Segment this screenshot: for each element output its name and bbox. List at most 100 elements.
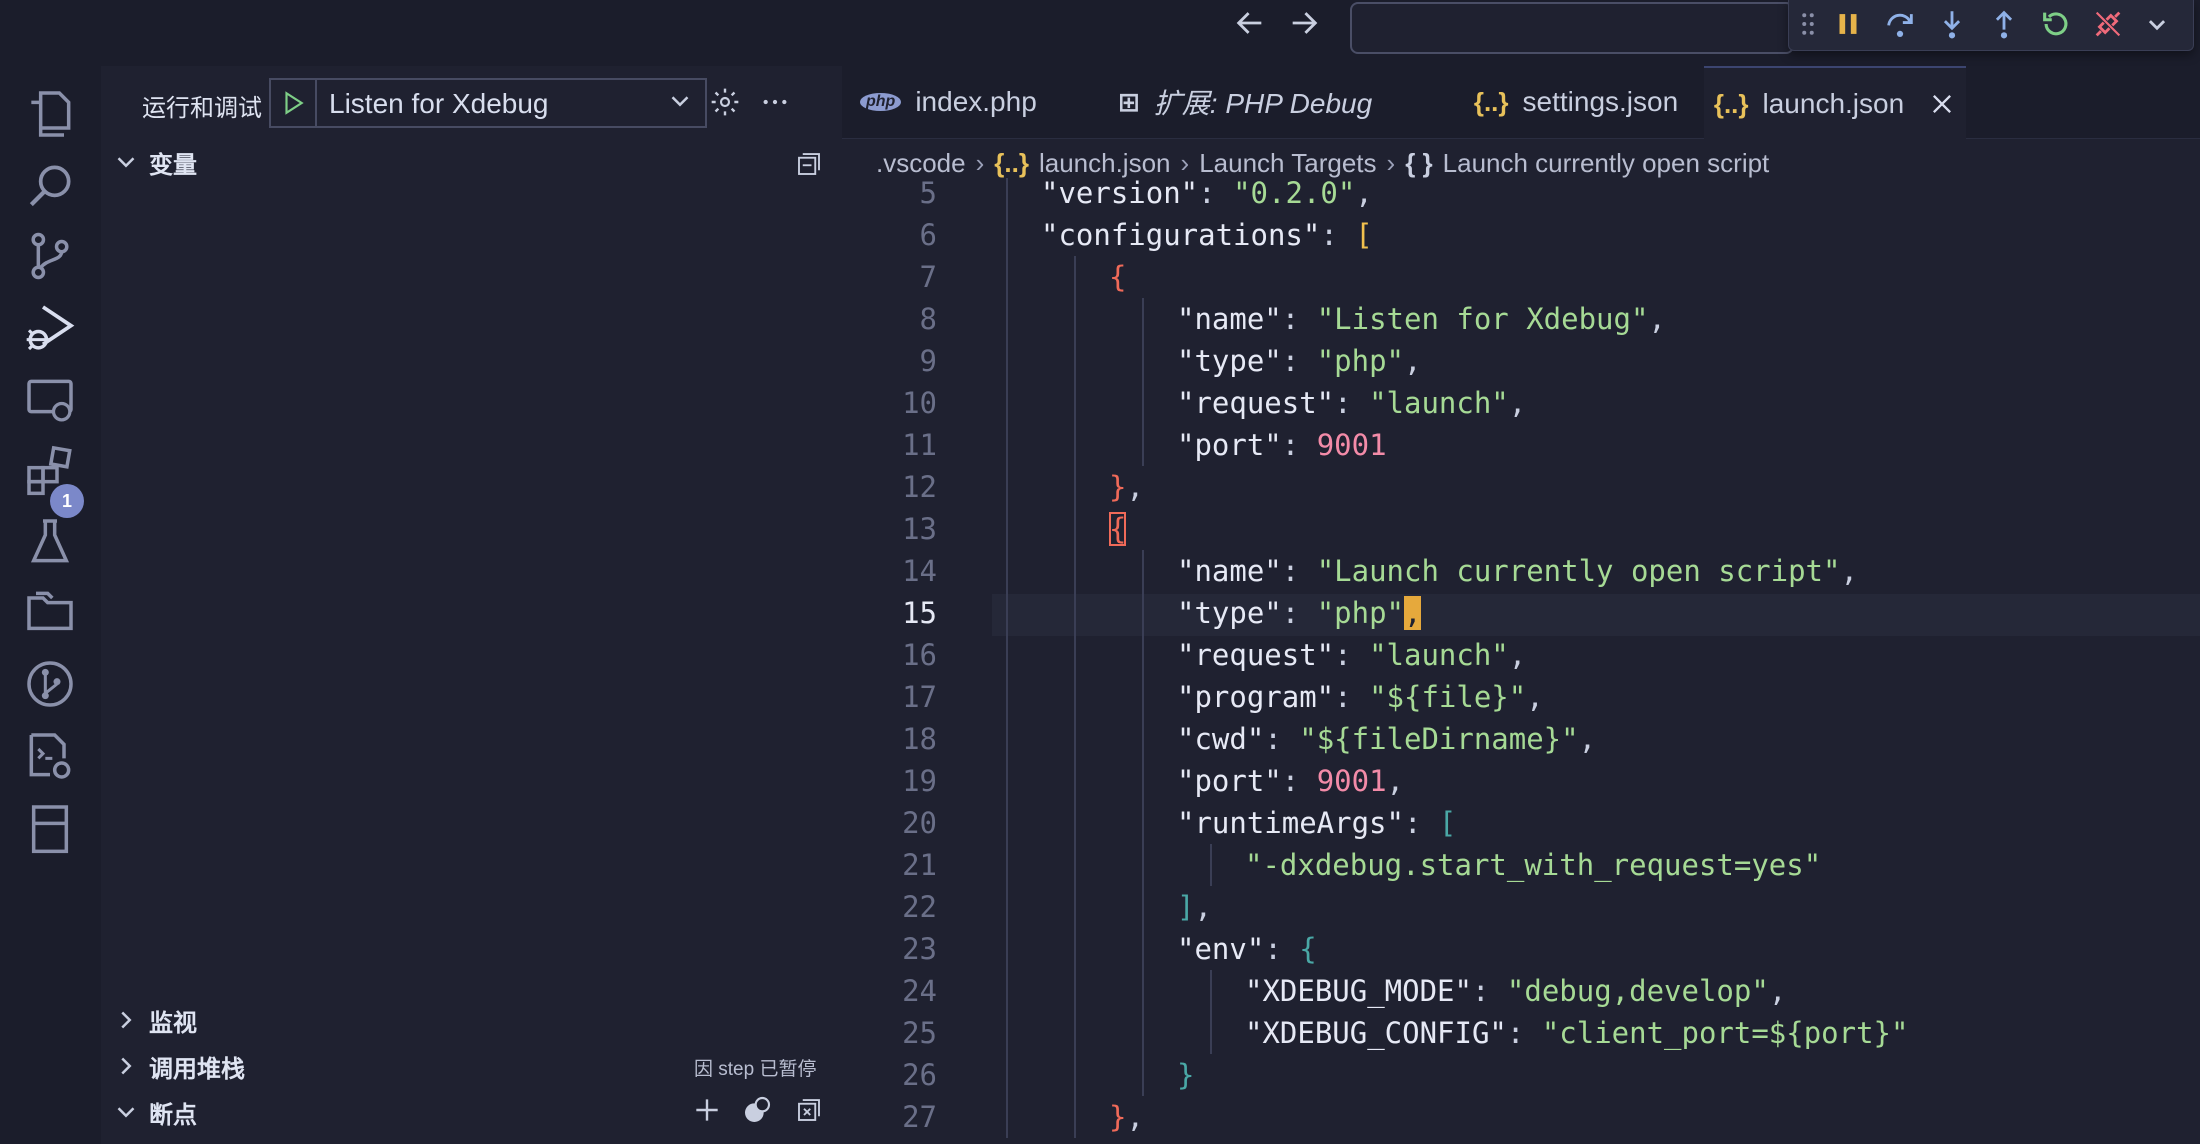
- code-line: 9 "type": "php",: [842, 340, 2200, 382]
- close-icon[interactable]: [1928, 90, 1956, 118]
- code-token: ,: [1386, 764, 1404, 798]
- command-center-search[interactable]: [1350, 2, 1794, 54]
- code-token: "Launch currently open script": [1316, 554, 1841, 588]
- code-editor[interactable]: 5 "version": "0.2.0", 6 "configurations": […: [842, 178, 2200, 1144]
- folders-icon[interactable]: [20, 582, 80, 642]
- debug-sidebar: 运行和调试 Listen for Xdebug 变量 监视 调用堆栈 因 ste…: [101, 66, 842, 1144]
- code-token: "env": [1177, 932, 1265, 966]
- tab-launch-json[interactable]: {..} launch.json: [1704, 66, 1966, 140]
- step-out-icon[interactable]: [1981, 2, 2027, 46]
- tab-settings-json[interactable]: {..} settings.json: [1446, 66, 1706, 138]
- code-token: "port": [1177, 764, 1282, 798]
- code-token: "runtimeArgs": [1177, 806, 1404, 840]
- code-token: "php": [1316, 596, 1404, 630]
- gripper-icon[interactable]: [1793, 2, 1823, 46]
- add-breakpoint-icon[interactable]: [687, 1090, 727, 1130]
- line-number: 7: [919, 260, 937, 294]
- code-line: 12},: [842, 466, 2200, 508]
- line-number: 10: [902, 386, 937, 420]
- chevron-down-icon: [671, 96, 689, 107]
- code-token: ,: [1648, 302, 1666, 336]
- step-into-icon[interactable]: [1929, 2, 1975, 46]
- breakpoints-section-header[interactable]: 断点: [111, 1092, 197, 1132]
- tab-index-php[interactable]: php index.php: [860, 66, 1100, 138]
- gear-icon[interactable]: [705, 82, 745, 122]
- variables-section-header[interactable]: 变量: [111, 142, 197, 182]
- code-token: }: [1109, 1100, 1127, 1134]
- start-debugging-button[interactable]: [271, 80, 317, 126]
- chevron-right-icon: [121, 1057, 132, 1075]
- code-token: ,: [1404, 344, 1422, 378]
- tab-extension-php-debug[interactable]: ⊞ 扩展: PHP Debug: [1118, 66, 1448, 138]
- call-stack-section-header[interactable]: 调用堆栈: [111, 1046, 245, 1086]
- remove-all-breakpoints-icon[interactable]: [789, 1090, 829, 1130]
- indent-guide: [1210, 844, 1212, 886]
- chevron-down-icon: [117, 1107, 135, 1118]
- bookmarks-icon[interactable]: [20, 798, 80, 858]
- settings-sync-icon[interactable]: [20, 726, 80, 786]
- code-line: 19 "port": 9001,: [842, 760, 2200, 802]
- code-token: :: [1334, 680, 1370, 714]
- collapse-all-icon[interactable]: [789, 144, 829, 184]
- step-over-icon[interactable]: [1877, 2, 1923, 46]
- git-graph-icon[interactable]: [20, 654, 80, 714]
- remote-explorer-icon[interactable]: [20, 370, 80, 430]
- indent-guide: [1142, 298, 1144, 466]
- line-number: 16: [902, 638, 937, 672]
- code-text: "request": "launch",: [1177, 634, 1526, 676]
- code-token: ,: [1508, 638, 1527, 672]
- code-line: 14 "name": "Launch currently open script"…: [842, 550, 2200, 592]
- code-line: 16 "request": "launch",: [842, 634, 2200, 676]
- code-token: "name": [1177, 302, 1282, 336]
- code-token: {: [1109, 260, 1127, 294]
- testing-icon[interactable]: [20, 512, 80, 572]
- explorer-icon[interactable]: [20, 84, 80, 144]
- arrow-left-icon[interactable]: [1228, 6, 1272, 50]
- launch-config-label: Listen for Xdebug: [329, 88, 549, 119]
- code-token: :: [1403, 806, 1439, 840]
- debug-toolbar: [1788, 0, 2194, 51]
- pause-icon[interactable]: [1825, 2, 1871, 46]
- paused-status: 因 step 已暂停: [694, 1059, 817, 1080]
- breadcrumb-folder[interactable]: .vscode: [876, 148, 966, 179]
- code-token: }: [1177, 1058, 1195, 1092]
- run-and-debug-icon[interactable]: [20, 298, 80, 358]
- tab-label: index.php: [915, 86, 1037, 117]
- chevron-right-icon: ›: [1386, 147, 1396, 178]
- breadcrumb-item[interactable]: Launch currently open script: [1443, 148, 1770, 179]
- line-number: 15: [902, 596, 937, 630]
- disconnect-icon[interactable]: [2085, 2, 2131, 46]
- code-line: 27},: [842, 1096, 2200, 1138]
- watch-section-header[interactable]: 监视: [111, 1000, 197, 1040]
- json-icon: {..}: [994, 147, 1029, 178]
- code-token: "request": [1177, 638, 1335, 672]
- search-icon[interactable]: [20, 156, 80, 216]
- code-token: "${fileDirname}": [1299, 722, 1579, 756]
- code-token: "program": [1177, 680, 1335, 714]
- code-line: 8 "name": "Listen for Xdebug",: [842, 298, 2200, 340]
- breadcrumb-section[interactable]: Launch Targets: [1199, 148, 1376, 179]
- restart-icon[interactable]: [2033, 2, 2079, 46]
- json-icon: {..}: [1473, 86, 1509, 117]
- code-text: "program": "${file}",: [1177, 676, 1544, 718]
- source-control-icon[interactable]: [20, 226, 80, 286]
- breadcrumb-file[interactable]: launch.json: [1039, 148, 1171, 179]
- arrow-right-icon[interactable]: [1282, 6, 1326, 50]
- code-text: "request": "launch",: [1177, 382, 1526, 424]
- launch-config-dropdown[interactable]: Listen for Xdebug: [269, 78, 707, 128]
- code-token: "php": [1316, 344, 1404, 378]
- code-token: "cwd": [1177, 722, 1265, 756]
- code-token: :: [1320, 218, 1356, 252]
- code-token: :: [1198, 178, 1234, 210]
- extensions-icon[interactable]: [20, 440, 80, 500]
- code-token: ,: [1526, 680, 1544, 714]
- code-token: "configurations": [1041, 218, 1321, 252]
- code-text: {: [1109, 508, 1127, 550]
- more-actions-icon[interactable]: [755, 82, 795, 122]
- toggle-breakpoints-icon[interactable]: [737, 1090, 777, 1130]
- title-bar: [0, 0, 2200, 66]
- code-token: :: [1281, 302, 1317, 336]
- chevron-down-icon[interactable]: [2137, 2, 2177, 46]
- activity-bar: 1: [0, 66, 101, 1144]
- code-text: "XDEBUG_MODE": "debug,develop",: [1245, 970, 1786, 1012]
